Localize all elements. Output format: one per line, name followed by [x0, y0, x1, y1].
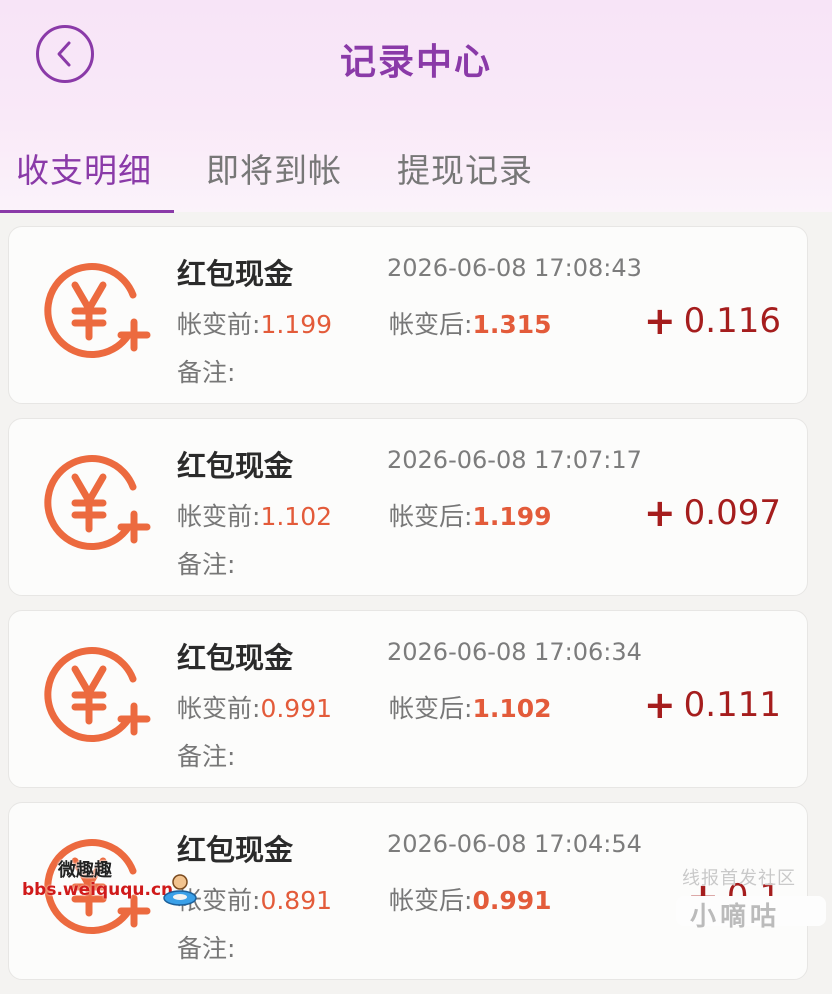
swim-ring-icon	[163, 874, 197, 906]
plus-icon: +	[643, 299, 676, 343]
balance-after: 帐变后:1.102	[389, 689, 552, 725]
watermark-slogan: 线报首发社区	[682, 868, 796, 889]
record-amount: +0.097	[644, 491, 781, 535]
record-note: 备注:	[177, 358, 236, 387]
record-time: 2026-06-08 17:04:54	[387, 830, 642, 858]
record-note: 备注:	[177, 934, 236, 963]
record-time: 2026-06-08 17:07:17	[387, 446, 642, 474]
balance-after-label: 帐变后:	[389, 886, 473, 915]
balance-before-value: 1.199	[260, 310, 333, 339]
list-item[interactable]: 红包现金 2026-06-08 17:06:34 帐变前:0.991 帐变后:1…	[8, 610, 808, 788]
balance-before: 帐变前:1.199	[177, 305, 332, 341]
record-title: 红包现金	[177, 257, 294, 291]
balance-after-value: 1.199	[472, 502, 552, 531]
record-time: 2026-06-08 17:08:43	[387, 254, 642, 282]
amount-value: 0.116	[683, 301, 781, 341]
balance-after: 帐变后:1.199	[389, 497, 552, 533]
list-item[interactable]: 红包现金 2026-06-08 17:07:17 帐变前:1.102 帐变后:1…	[8, 418, 808, 596]
page-title: 记录中心	[339, 42, 492, 83]
amount-value: 0.097	[683, 493, 781, 533]
record-amount: +0.116	[644, 299, 781, 343]
balance-after-value: 0.991	[472, 886, 552, 915]
balance-before-value: 1.102	[260, 502, 333, 531]
tab-withdrawal-records[interactable]: 提现记录	[397, 144, 533, 192]
balance-after: 帐变后:1.315	[389, 305, 552, 341]
watermark-site-name: 微趣趣	[58, 860, 112, 881]
balance-before-label: 帐变前:	[177, 502, 261, 531]
balance-after-value: 1.315	[472, 310, 552, 339]
tab-pending[interactable]: 即将到帐	[206, 144, 342, 192]
record-title: 红包现金	[177, 449, 294, 483]
yuan-plus-icon	[44, 647, 151, 742]
balance-after-label: 帐变后:	[389, 502, 473, 531]
balance-before: 帐变前:0.991	[177, 689, 332, 725]
tab-active-indicator	[0, 210, 174, 213]
balance-before: 帐变前:1.102	[177, 497, 332, 533]
watermark-badge: 小嘀咕	[676, 896, 826, 932]
watermark-site-url: bbs.weiququ.cn	[22, 880, 174, 900]
balance-before-label: 帐变前:	[177, 694, 261, 723]
list-item[interactable]: 红包现金 2026-06-08 17:08:43 帐变前:1.199 帐变后:1…	[8, 226, 808, 404]
record-amount: +0.111	[644, 683, 781, 727]
watermark-logo: 微趣趣 bbs.weiququ.cn	[22, 856, 202, 912]
plus-icon: +	[643, 683, 676, 727]
balance-after-value: 1.102	[472, 694, 552, 723]
record-time: 2026-06-08 17:06:34	[387, 638, 642, 666]
balance-before-label: 帐变前:	[177, 310, 261, 339]
balance-before-value: 0.991	[260, 694, 333, 723]
balance-before-value: 0.891	[260, 886, 333, 915]
header: 记录中心 收支明细 即将到帐 提现记录	[0, 0, 832, 214]
yuan-plus-icon	[44, 263, 151, 358]
balance-after-label: 帐变后:	[389, 310, 473, 339]
balance-after: 帐变后:0.991	[389, 881, 552, 917]
record-title: 红包现金	[177, 641, 294, 675]
yuan-plus-icon	[44, 455, 151, 550]
tab-income-expense[interactable]: 收支明细	[16, 144, 152, 192]
balance-after-label: 帐变后:	[389, 694, 473, 723]
record-note: 备注:	[177, 550, 236, 579]
tab-bar: 收支明细 即将到帐 提现记录	[0, 140, 832, 214]
plus-icon: +	[643, 491, 676, 535]
amount-value: 0.111	[683, 685, 781, 725]
record-note: 备注:	[177, 742, 236, 771]
